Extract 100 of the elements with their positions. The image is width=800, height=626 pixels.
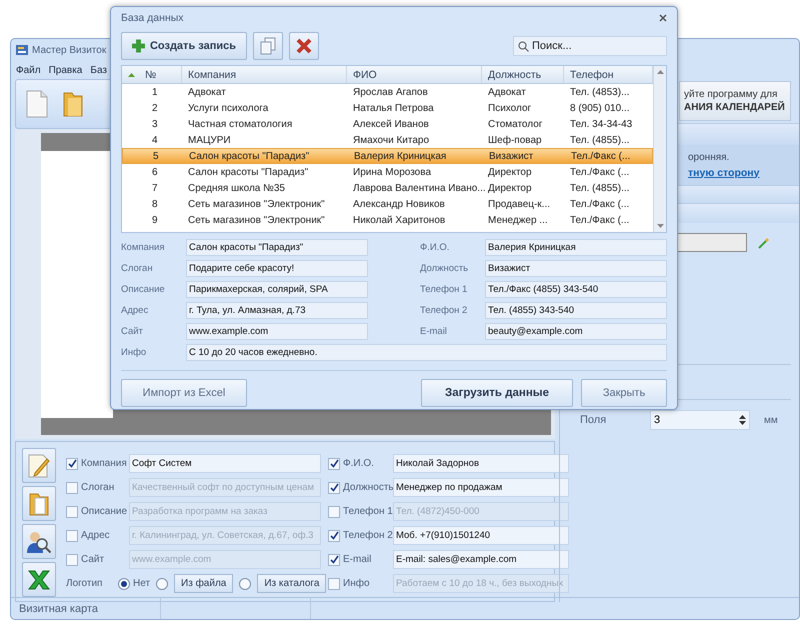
text-field[interactable]: Тел. (4855) 343-540: [485, 302, 667, 319]
checkbox[interactable]: [328, 506, 340, 518]
table-row[interactable]: 4 МАЦУРИ Ямахочи Китаро Шеф-повар Тел. (4855)...: [122, 132, 653, 148]
radio-label: Нет: [133, 578, 150, 589]
checkbox[interactable]: [66, 506, 78, 518]
checkbox[interactable]: [66, 482, 78, 494]
table-cell-text: Стоматолог: [487, 118, 544, 130]
checkbox[interactable]: [66, 554, 78, 566]
field-label: Адрес: [121, 305, 150, 316]
logo-source-button[interactable]: Из каталога: [257, 574, 326, 593]
scroll-up-icon[interactable]: [656, 70, 664, 74]
table-cell-text: 8: [151, 198, 159, 210]
import-button[interactable]: Импорт из Excel: [121, 379, 247, 407]
color-field[interactable]: [675, 233, 747, 252]
edit-button[interactable]: [22, 448, 56, 483]
checkbox[interactable]: [328, 530, 340, 542]
menu-item[interactable]: Баз: [90, 64, 107, 76]
excel-icon: [27, 568, 51, 590]
text-field[interactable]: С 10 до 20 часов ежедневно.: [186, 344, 667, 361]
logo-source-button[interactable]: Из файла: [174, 574, 234, 593]
plus-icon: [132, 38, 145, 54]
table-row[interactable]: 9 Сеть магазинов "Электроник" Николай Харитонов Менеджер ... Тел./Факс (...: [122, 212, 653, 228]
text-field[interactable]: Салон красоты "Парадиз": [186, 239, 368, 256]
open-button[interactable]: [22, 486, 56, 521]
checkbox[interactable]: [328, 458, 340, 470]
field-label: Слоган: [121, 263, 154, 274]
table-cell-text: 9: [151, 214, 159, 226]
table-row[interactable]: 8 Сеть магазинов "Электроник" Александр Новиков Продавец-к... Тел./Факс (...: [122, 196, 653, 212]
table-cell-text: Салон красоты "Парадиз": [187, 166, 310, 178]
field-label: Должность: [343, 482, 393, 493]
close-button[interactable]: Закрыть: [581, 379, 667, 407]
table-cell-text: Сеть магазинов "Электроник": [187, 198, 326, 210]
close-icon[interactable]: [659, 14, 667, 22]
menu-item[interactable]: Правка: [48, 64, 82, 76]
table-cell-text: Ярослав Агапов: [352, 86, 429, 98]
text-field[interactable]: www.example.com: [186, 323, 368, 340]
column-header[interactable]: Телефон: [570, 68, 614, 80]
text-field[interactable]: Николай Задорнов: [393, 454, 569, 473]
field-label: Поля: [580, 414, 608, 426]
eyedropper-icon: [757, 236, 771, 250]
field-label: Телефон 2: [420, 305, 468, 316]
table-cell-text: Алексей Иванов: [352, 118, 430, 130]
table-cell-text: Адвокат: [487, 86, 527, 98]
column-header[interactable]: №: [145, 68, 156, 80]
table-cell-text: Наталья Петрова: [352, 102, 435, 114]
checkbox[interactable]: [66, 530, 78, 542]
copy-button[interactable]: [253, 32, 283, 60]
document-icon: [26, 90, 48, 118]
menu-item[interactable]: Файл: [16, 64, 41, 76]
checkbox[interactable]: [328, 482, 340, 494]
text-field[interactable]: Валерия Криницкая: [485, 239, 667, 256]
text-field[interactable]: Подарите себе красоту!: [186, 260, 368, 277]
text-field[interactable]: Менеджер по продажам: [393, 478, 569, 497]
checkbox[interactable]: [328, 554, 340, 566]
field-label: Сайт: [121, 326, 144, 337]
table-row[interactable]: 6 Салон красоты "Парадиз" Ирина Морозова Директор Тел./Факс (...: [122, 164, 653, 180]
field-label: Описание: [121, 284, 166, 295]
search-contact-button[interactable]: [22, 524, 56, 559]
text-field[interactable]: г. Тула, ул. Алмазная, д.73: [186, 302, 368, 319]
table-cell-text: Тел./Факс (...: [569, 166, 630, 178]
delete-button[interactable]: [289, 32, 319, 60]
text-field[interactable]: Моб. +7(910)1501240: [393, 526, 569, 545]
table-row[interactable]: 2 Услуги психолога Наталья Петрова Психолог 8 (905) 010...: [122, 100, 653, 116]
radio-button[interactable]: [156, 578, 168, 590]
table-row[interactable]: 1 Адвокат Ярослав Агапов Адвокат Тел. (4853)...: [122, 84, 653, 100]
field-label: Слоган: [81, 482, 116, 493]
link[interactable]: тную сторону: [688, 166, 799, 178]
table-row[interactable]: 5 Салон красоты "Парадиз" Валерия Криницкая Визажист Тел./Факс (...: [122, 148, 653, 164]
create-record-button[interactable]: Создать запись: [121, 32, 247, 60]
text-field[interactable]: beauty@example.com: [485, 323, 667, 340]
text-field[interactable]: Тел./Факс (4855) 343-540: [485, 281, 667, 298]
checkbox[interactable]: [328, 578, 340, 590]
spin-field[interactable]: 3: [650, 410, 750, 430]
table-cell-text: 6: [151, 166, 159, 178]
field-label: Сайт: [81, 554, 106, 565]
field-label: Логотип: [66, 578, 104, 589]
table-row[interactable]: 7 Средняя школа №35 Лаврова Валентина Ивано... Директор Тел. (4855)...: [122, 180, 653, 196]
table-row[interactable]: 3 Частная стоматология Алексей Иванов Стоматолог Тел. 34-34-43: [122, 116, 653, 132]
table-cell-text: Тел. (4855)...: [569, 182, 630, 194]
text-field[interactable]: Визажист: [485, 260, 667, 277]
checkbox[interactable]: [66, 458, 78, 470]
text-field[interactable]: E-mail: sales@example.com: [393, 550, 569, 569]
search-field[interactable]: Поиск...: [513, 36, 667, 56]
column-header[interactable]: Должность: [488, 68, 542, 80]
scrollbar[interactable]: [653, 66, 666, 232]
promo-button[interactable]: уйте программу для АНИЯ КАЛЕНДАРЕЙ: [679, 81, 791, 121]
field-label: Ф.И.О.: [420, 242, 450, 253]
unit-label: мм: [764, 414, 778, 426]
table-cell-text: Частная стоматология: [187, 118, 294, 130]
radio-button[interactable]: [239, 578, 252, 590]
text-field[interactable]: Парикмахерская, солярий, SPA: [186, 281, 368, 298]
load-button[interactable]: Загрузить данные: [421, 379, 573, 407]
table-cell-text: Тел./Факс (...: [569, 198, 630, 210]
table-cell-text: 1: [151, 86, 159, 98]
column-header[interactable]: Компания: [188, 68, 236, 80]
table-cell-text: 2: [151, 102, 159, 114]
text-field[interactable]: Софт Систем: [129, 454, 321, 473]
column-header[interactable]: ФИО: [353, 68, 377, 80]
excel-button[interactable]: [22, 562, 56, 597]
radio-button[interactable]: [118, 578, 130, 590]
